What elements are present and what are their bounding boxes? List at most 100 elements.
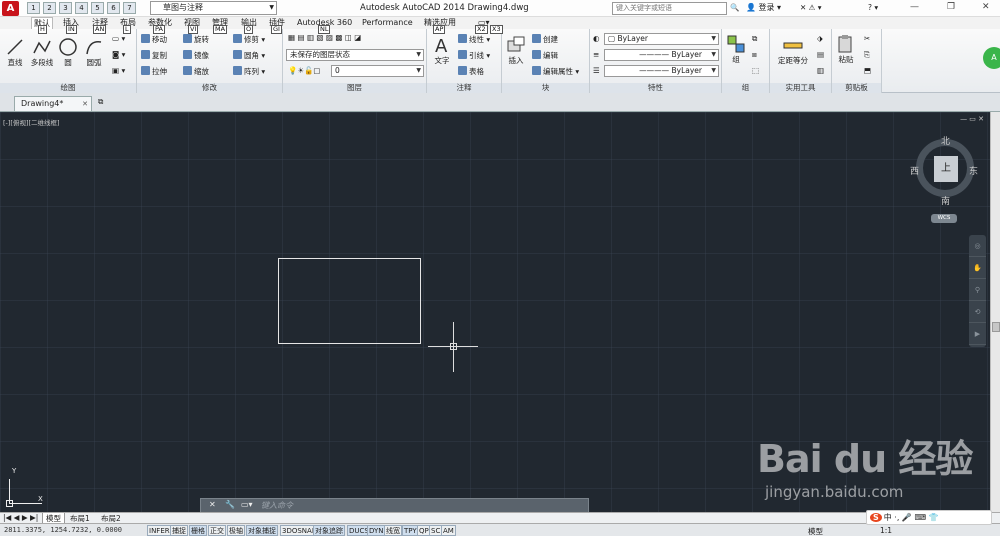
- status-snap[interactable]: 捕捉: [170, 525, 188, 536]
- id-point-icon[interactable]: ▥: [817, 66, 824, 76]
- layers-panel-title[interactable]: 图层: [283, 83, 426, 93]
- status-am[interactable]: AM: [441, 525, 456, 536]
- steeringwheel-icon[interactable]: ◎: [969, 235, 986, 257]
- copy-clip-icon[interactable]: ⎘: [864, 50, 870, 60]
- qat-plot-button[interactable]: 5: [91, 2, 104, 14]
- ime-toolbar[interactable]: S中 ·, 🎤 ⌨ 👕: [866, 510, 992, 525]
- linetype-dropdown[interactable]: ———— ByLayer: [604, 65, 719, 77]
- lineweight-dropdown[interactable]: ———— ByLayer: [604, 49, 719, 61]
- edit-attributes-button[interactable]: 编辑属性 ▾: [532, 66, 579, 77]
- quick-select-icon[interactable]: ⬗: [817, 34, 823, 44]
- exchange-icon[interactable]: ✕ ⚠ ▾: [800, 3, 822, 13]
- viewport-controls-label[interactable]: [-][俯视][二维线框]: [3, 117, 60, 127]
- create-block-button[interactable]: 创建: [532, 34, 558, 45]
- groups-panel-title[interactable]: 组: [722, 83, 769, 93]
- calculator-icon[interactable]: ▤: [817, 50, 824, 60]
- showmotion-icon[interactable]: ▶: [969, 323, 986, 345]
- qat-open-button[interactable]: 2: [43, 2, 56, 14]
- minimize-button[interactable]: —: [910, 2, 919, 12]
- status-ortho[interactable]: 正交: [208, 525, 226, 536]
- utilities-panel-title[interactable]: 实用工具: [770, 83, 831, 93]
- region-icon[interactable]: ▣ ▾: [112, 66, 125, 76]
- qat-redo-button[interactable]: 7: [123, 2, 136, 14]
- insert-block-button[interactable]: 插入: [504, 35, 528, 66]
- group-button[interactable]: 组: [725, 34, 747, 65]
- polyline-button[interactable]: 多段线: [28, 37, 56, 68]
- rotate-button[interactable]: 旋转: [183, 34, 209, 45]
- binoculars-icon[interactable]: 🔍: [730, 3, 739, 13]
- ungroup-icon[interactable]: ⧉: [752, 34, 757, 44]
- table-button[interactable]: 表格: [458, 66, 484, 77]
- fillet-button[interactable]: 圆角 ▾: [233, 50, 265, 61]
- drawn-rectangle[interactable]: [278, 258, 421, 344]
- array-button[interactable]: 阵列 ▾: [233, 66, 265, 77]
- a360-sync-button[interactable]: A: [983, 47, 1000, 69]
- edit-block-button[interactable]: 编辑: [532, 50, 558, 61]
- draw-panel-title[interactable]: 绘图: [0, 83, 136, 93]
- paste-button[interactable]: 粘贴: [835, 34, 857, 65]
- color-dropdown[interactable]: ▢ ByLayer: [604, 33, 719, 45]
- help-search-input[interactable]: 键入关键字或短语: [612, 2, 727, 15]
- line-button[interactable]: 直线: [4, 37, 26, 68]
- rectangle-icon[interactable]: ▭ ▾: [112, 34, 125, 44]
- arc-button[interactable]: 圆弧: [82, 37, 106, 68]
- compass-south[interactable]: 南: [941, 194, 950, 207]
- layer-tools-icons[interactable]: ▦ ▤ ▥ ▧ ▨ ▩ ◫ ◪: [288, 33, 361, 43]
- modify-panel-title[interactable]: 修改: [137, 83, 282, 93]
- copy-button[interactable]: 复制: [141, 50, 167, 61]
- block-panel-title[interactable]: 块: [502, 83, 589, 93]
- layer-dropdown[interactable]: 0: [331, 65, 424, 77]
- group-edit-icon[interactable]: ⧈: [752, 50, 757, 60]
- status-polar[interactable]: 极轴: [227, 525, 245, 536]
- compass-east[interactable]: 东: [969, 164, 978, 177]
- layer-state-dropdown[interactable]: 未保存的图层状态: [286, 49, 424, 61]
- workspace-dropdown[interactable]: 草图与注释: [150, 1, 277, 15]
- status-lwt[interactable]: 线宽: [384, 525, 402, 536]
- stretch-button[interactable]: 拉伸: [141, 66, 167, 77]
- qat-saveas-button[interactable]: 4: [75, 2, 88, 14]
- command-prompt-icon[interactable]: ▭▾: [241, 500, 253, 509]
- move-button[interactable]: 移动: [141, 34, 167, 45]
- trim-button[interactable]: 修剪 ▾: [233, 34, 265, 45]
- wcs-menu[interactable]: WCS: [931, 214, 957, 223]
- clipboard-panel-title[interactable]: 剪贴板: [832, 83, 881, 93]
- mirror-button[interactable]: 镜像: [183, 50, 209, 61]
- status-otrack[interactable]: 对象追踪: [313, 525, 345, 536]
- coordinate-display[interactable]: 2811.3375, 1254.7232, 0.0000: [4, 526, 122, 534]
- measure-button[interactable]: 定距等分: [773, 35, 813, 66]
- help-button[interactable]: ? ▾: [868, 3, 878, 13]
- close-tab-icon[interactable]: ✕: [82, 97, 88, 111]
- compass-north[interactable]: 北: [941, 134, 950, 147]
- leader-button[interactable]: 引线 ▾: [458, 50, 490, 61]
- group-select-icon[interactable]: ⬚: [752, 66, 759, 76]
- status-grid[interactable]: 栅格: [189, 525, 207, 536]
- cut-icon[interactable]: ✂: [864, 34, 870, 44]
- status-osnap[interactable]: 对象捕捉: [246, 525, 278, 536]
- login-button[interactable]: 👤 登录 ▾: [746, 2, 781, 13]
- status-dyn[interactable]: DYN: [367, 525, 386, 536]
- maximize-button[interactable]: ❐: [947, 2, 955, 12]
- orbit-icon[interactable]: ⟲: [969, 301, 986, 323]
- app-menu-button[interactable]: A: [2, 1, 19, 16]
- scale-button[interactable]: 缩放: [183, 66, 209, 77]
- scrollbar-thumb[interactable]: [992, 322, 1000, 332]
- dimension-button[interactable]: 线性 ▾: [458, 34, 490, 45]
- match-properties-icon[interactable]: ◐: [593, 34, 600, 44]
- text-button[interactable]: A 文字: [431, 35, 453, 66]
- match-clip-icon[interactable]: ⬒: [864, 66, 871, 76]
- zoom-icon[interactable]: ⚲: [969, 279, 986, 301]
- command-input[interactable]: 键入命令: [261, 500, 293, 511]
- close-button[interactable]: ✕: [982, 2, 990, 12]
- annotation-panel-title[interactable]: 注释: [427, 83, 501, 93]
- qat-save-button[interactable]: 3: [59, 2, 72, 14]
- file-tab-drawing4[interactable]: Drawing4* ✕: [14, 96, 92, 111]
- hatch-icon[interactable]: ◙ ▾: [112, 50, 125, 60]
- pan-icon[interactable]: ✋: [969, 257, 986, 279]
- close-command-icon[interactable]: ✕: [209, 500, 216, 509]
- compass-west[interactable]: 西: [910, 164, 919, 177]
- vertical-scrollbar[interactable]: [990, 112, 1000, 512]
- qat-undo-button[interactable]: 6: [107, 2, 120, 14]
- layout-nav-arrows[interactable]: |◀ ◀ ▶ ▶|: [3, 513, 38, 523]
- circle-button[interactable]: 圆: [58, 37, 78, 68]
- new-tab-icon[interactable]: ⧉: [98, 97, 103, 107]
